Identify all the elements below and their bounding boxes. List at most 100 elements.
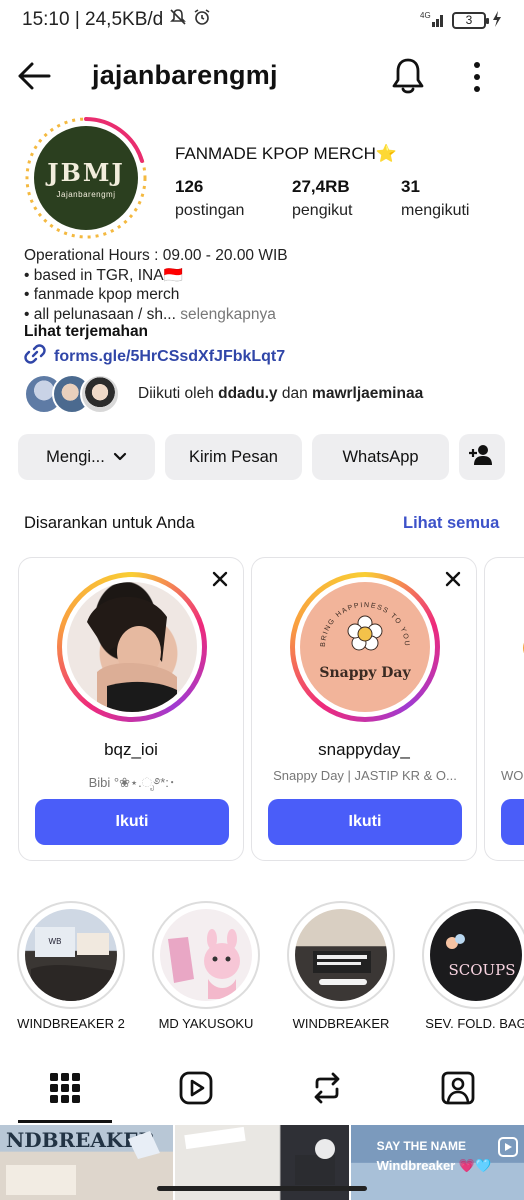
whatsapp-button[interactable]: WhatsApp: [312, 434, 449, 480]
suggestion-username: bqz_ioi: [104, 740, 158, 759]
chevron-down-icon: [113, 448, 127, 467]
status-bar: 15:10 | 24,5KB/d 4G 3: [0, 0, 524, 40]
profile-username: jajanbarengmj: [92, 60, 278, 90]
avatar-image: JBMJ Jajanbarengmj: [34, 126, 138, 230]
bio-line: • based in TGR, INA🇮🇩: [24, 266, 183, 284]
battery-icon: 3: [452, 11, 489, 29]
story-ring: BRING HAPPINESS TO YOU Snappy Day: [290, 572, 440, 722]
follower-name: mawrljaeminaa: [312, 385, 424, 402]
post-thumbnail[interactable]: NDBREAKER: [0, 1125, 174, 1200]
follower-name: ddadu.y: [218, 385, 278, 402]
suggestion-card[interactable]: bqz_ioi Bibi °❀⋆.ೃ࿔*:･ Ikuti: [18, 557, 244, 861]
svg-text:4G: 4G: [420, 11, 431, 20]
charging-icon: [492, 10, 502, 30]
highlight-label: SEV. FOLD. BAG: [425, 1016, 524, 1031]
back-arrow-icon[interactable]: [16, 60, 52, 92]
following-stat[interactable]: 31 mengikuti: [401, 177, 469, 220]
post-overlay-text: Windbreaker 💗🩵: [376, 1158, 492, 1173]
battery-level: 3: [465, 13, 473, 27]
follow-button[interactable]: Ikuti: [268, 799, 462, 845]
posts-count: 126: [175, 177, 204, 196]
tagged-icon[interactable]: [440, 1070, 476, 1106]
reels-icon[interactable]: [178, 1070, 214, 1106]
followers-label: pengikut: [292, 202, 353, 219]
suggestion-description: WO: [501, 768, 524, 783]
story-highlight[interactable]: MD YAKUSOKU: [150, 901, 262, 1031]
avatar-logo: JBMJ: [47, 157, 125, 187]
snappy-day-logo-text: Snappy Day: [319, 665, 411, 681]
story-highlight[interactable]: WINDBREAKER: [285, 901, 397, 1031]
followers-count: 27,4RB: [292, 177, 350, 196]
highlight-thumbnail: WB: [25, 909, 117, 1001]
following-label: mengikuti: [401, 202, 470, 219]
posts-stat[interactable]: 126 postingan: [175, 177, 244, 220]
highlight-thumbnail: SCOUPS: [430, 909, 522, 1001]
alarm-icon: [193, 8, 211, 32]
svg-text:WB: WB: [49, 937, 62, 946]
followers-stat[interactable]: 27,4RB pengikut: [292, 177, 353, 220]
bio: Operational Hours : 09.00 - 20.00 WIB • …: [24, 246, 504, 324]
reel-indicator-icon: [497, 1137, 518, 1157]
follow-button[interactable]: [501, 799, 524, 845]
profile-avatar[interactable]: JBMJ Jajanbarengmj: [24, 116, 148, 240]
more-options-icon[interactable]: [466, 60, 488, 94]
profile-tabs: [0, 1058, 524, 1124]
followed-by-text: Diikuti oleh ddadu.y dan mawrljaeminaa: [138, 385, 423, 403]
follow-button[interactable]: Ikuti: [35, 799, 229, 845]
display-name: FANMADE KPOP MERCH⭐: [175, 144, 398, 163]
suggestion-username: snappyday_: [318, 740, 410, 759]
whatsapp-button-label: WhatsApp: [342, 447, 419, 466]
mute-icon: [169, 8, 187, 32]
message-button[interactable]: Kirim Pesan: [165, 434, 302, 480]
bio-line: • fanmade kpop merch: [24, 286, 180, 303]
avatar: [80, 374, 120, 414]
home-gesture-bar[interactable]: [157, 1186, 367, 1191]
story-highlight[interactable]: SCOUPS SEV. FOLD. BAG: [420, 901, 524, 1031]
highlight-label: MD YAKUSOKU: [158, 1016, 254, 1031]
post-thumbnail[interactable]: SAY THE NAME Windbreaker 💗🩵: [350, 1125, 524, 1200]
suggestions-title: Disarankan untuk Anda: [24, 514, 195, 532]
followed-by-joiner: dan: [281, 385, 308, 402]
suggestion-avatar: [67, 582, 197, 712]
followed-by-row[interactable]: Diikuti oleh ddadu.y dan mawrljaeminaa: [24, 372, 423, 416]
avatar-logo-sub: Jajanbarengmj: [56, 189, 116, 199]
following-button-label: Mengi...: [46, 447, 105, 466]
story-ring: [57, 572, 207, 722]
bio-line-truncated: • all pelunasaan / sh...: [24, 305, 176, 323]
highlight-thumbnail: [295, 909, 387, 1001]
bio-line: Operational Hours : 09.00 - 20.00 WIB: [24, 247, 288, 264]
add-user-button[interactable]: [459, 434, 505, 480]
bio-link-text: forms.gle/5HrCSsdXfJFbkLqt7: [54, 347, 286, 365]
suggestion-avatar: BRING HAPPINESS TO YOU Snappy Day: [300, 582, 430, 712]
grid-icon[interactable]: [47, 1070, 83, 1106]
message-button-label: Kirim Pesan: [189, 447, 278, 466]
highlight-label: WINDBREAKER: [292, 1016, 390, 1031]
bio-more-link[interactable]: selengkapnya: [180, 306, 276, 323]
followed-by-prefix: Diikuti oleh: [138, 385, 214, 402]
signal-icon: 4G: [420, 10, 446, 31]
profile-header: jajanbarengmj: [0, 48, 524, 106]
status-time: 15:10 | 24,5KB/d: [22, 9, 164, 30]
posts-label: postingan: [175, 202, 245, 219]
active-tab-indicator: [18, 1120, 112, 1123]
add-user-icon: [469, 444, 495, 471]
close-icon[interactable]: [211, 570, 229, 588]
suggestion-card[interactable]: BRING HAPPINESS TO YOU Snappy Day snappy…: [251, 557, 477, 861]
highlight-thumbnail: [160, 909, 252, 1001]
see-translation-link[interactable]: Lihat terjemahan: [24, 323, 148, 341]
suggestion-description: Snappy Day | JASTIP KR & O...: [273, 768, 457, 783]
following-count: 31: [401, 177, 420, 196]
close-icon[interactable]: [444, 570, 462, 588]
bio-link[interactable]: forms.gle/5HrCSsdXfJFbkLqt7: [24, 343, 285, 370]
story-highlight[interactable]: WB WINDBREAKER 2: [15, 901, 127, 1031]
suggestion-card-partial[interactable]: WO: [484, 557, 524, 861]
svg-text:SCOUPS: SCOUPS: [448, 961, 515, 979]
see-all-link[interactable]: Lihat semua: [403, 514, 499, 533]
bio-line: • all pelunasaan / sh... selengkapnya: [24, 305, 504, 325]
highlight-label: WINDBREAKER 2: [17, 1016, 125, 1031]
link-icon: [24, 343, 46, 370]
following-dropdown-button[interactable]: Mengi...: [18, 434, 155, 480]
bell-icon[interactable]: [389, 56, 427, 96]
post-overlay-text: SAY THE NAME: [376, 1139, 467, 1153]
repost-icon[interactable]: [309, 1070, 345, 1106]
